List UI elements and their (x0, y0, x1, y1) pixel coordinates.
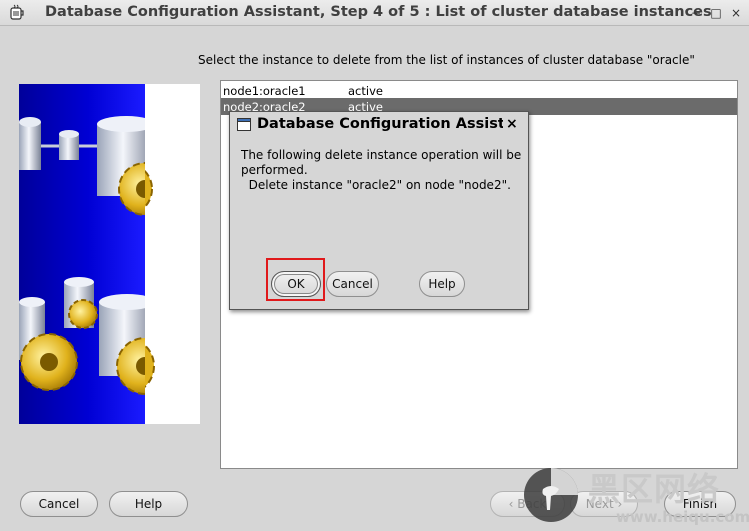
cancel-button[interactable]: Cancel (20, 491, 98, 517)
confirm-dialog: Database Configuration Assistant × The f… (229, 111, 529, 310)
dialog-message-line: performed. (241, 163, 308, 177)
window-title: Database Configuration Assistant, Step 4… (45, 4, 712, 20)
red-highlight-box (266, 258, 325, 301)
help-button[interactable]: Help (109, 491, 188, 517)
wizard-banner-image (19, 84, 145, 424)
chevron-right-icon: › (613, 497, 623, 511)
database-gears-illustration (19, 116, 145, 395)
dialog-help-button[interactable]: Help (419, 271, 465, 297)
minimize-button[interactable]: − (687, 4, 705, 22)
dialog-message-line: Delete instance "oracle2" on node "node2… (241, 178, 511, 192)
window-icon (237, 118, 251, 131)
instruction-text: Select the instance to delete from the l… (198, 53, 695, 67)
chevron-left-icon: ‹ (508, 497, 518, 511)
wizard-banner-image-edge (145, 84, 200, 424)
dialog-title: Database Configuration Assistant (257, 116, 503, 132)
maximize-button[interactable]: □ (707, 4, 725, 22)
finish-button[interactable]: Finish (664, 491, 736, 517)
close-button[interactable]: × (727, 4, 745, 22)
dialog-close-button[interactable]: × (506, 116, 518, 132)
back-label: Back (517, 497, 547, 511)
java-cup-icon (10, 4, 24, 20)
instance-status: active (348, 84, 383, 98)
next-button[interactable]: Next › (570, 491, 638, 517)
dialog-cancel-button[interactable]: Cancel (326, 271, 379, 297)
next-label: Next (585, 497, 614, 511)
dialog-message-line: The following delete instance operation … (241, 148, 522, 162)
instance-name: node1:oracle1 (223, 84, 306, 98)
list-item[interactable]: node1:oracle1 active (221, 82, 737, 99)
dialog-title-bar[interactable]: Database Configuration Assistant × (230, 112, 528, 138)
back-button[interactable]: ‹ Back (490, 491, 565, 517)
gear-icon (145, 169, 155, 388)
dialog-message: The following delete instance operation … (241, 148, 521, 193)
title-bar: Database Configuration Assistant, Step 4… (0, 0, 749, 26)
